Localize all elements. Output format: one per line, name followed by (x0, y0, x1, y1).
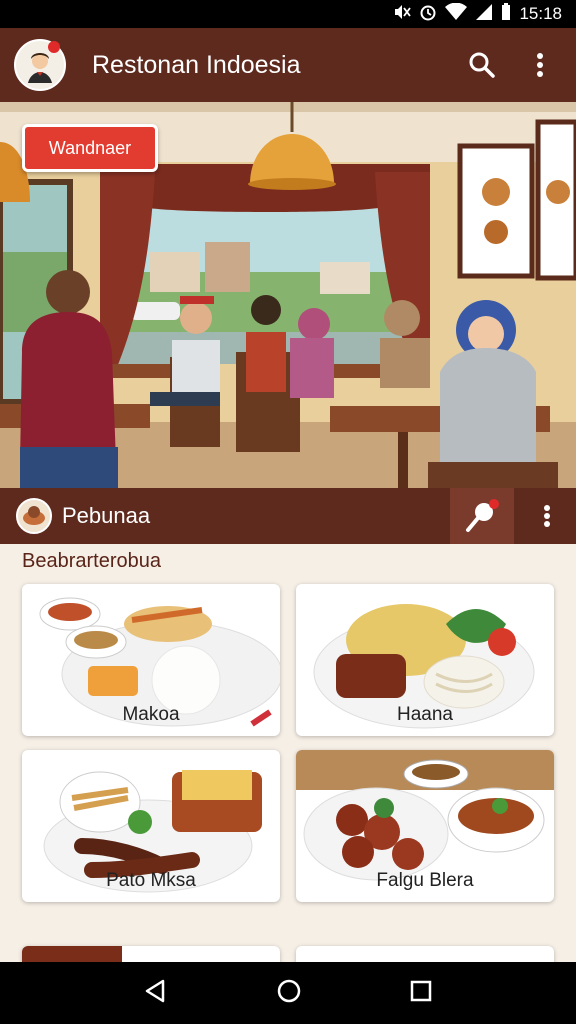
mute-icon (393, 3, 412, 26)
back-icon (146, 979, 165, 1002)
more-vert-icon (544, 505, 550, 527)
home-button[interactable] (276, 978, 302, 1009)
pin-button[interactable] (450, 488, 514, 544)
battery-icon (501, 2, 511, 26)
section-header: Pebunaa (0, 488, 576, 544)
badge-button[interactable]: Wandnaer (22, 124, 158, 172)
food-card[interactable] (296, 946, 554, 962)
home-icon (277, 979, 301, 1002)
alarm-icon (419, 3, 437, 26)
section-avatar[interactable] (16, 498, 52, 534)
section-more-button[interactable] (518, 488, 576, 544)
content-area: Beabrarterobua Makoa Haana Pato Mksa Fal… (0, 544, 576, 962)
food-card-label: Pato Mksa (106, 870, 196, 891)
food-card[interactable] (22, 946, 280, 962)
food-card-label: Makoa (122, 704, 180, 725)
pin-icon (466, 499, 499, 532)
food-card-label: Falgu Blera (376, 870, 474, 891)
hero-banner: Wandnaer (0, 102, 576, 490)
wifi-icon (445, 2, 468, 26)
status-time: 15:18 (519, 4, 562, 23)
app-title: Restonan Indoesia (92, 50, 301, 79)
food-avatar-icon (23, 506, 45, 525)
signal-icon (475, 3, 493, 26)
notification-dot (48, 41, 60, 53)
food-card-label: Haana (397, 704, 453, 725)
search-button[interactable] (460, 43, 504, 87)
food-image (22, 946, 122, 962)
more-vert-icon (537, 53, 543, 77)
section-title: Pebunaa (62, 503, 151, 528)
system-nav-bar (0, 962, 576, 1024)
overflow-menu-button[interactable] (518, 43, 562, 87)
avatar[interactable] (14, 39, 66, 91)
food-card[interactable]: Falgu Blera (296, 750, 554, 902)
food-card[interactable]: Makoa (22, 584, 280, 736)
app-bar: Restonan Indoesia (0, 28, 576, 102)
status-bar: 15:18 (0, 0, 576, 28)
food-card[interactable]: Haana (296, 584, 554, 736)
back-button[interactable] (143, 978, 169, 1009)
recents-icon (410, 980, 431, 1001)
recents-button[interactable] (409, 979, 433, 1008)
food-card[interactable]: Pato Mksa (22, 750, 280, 902)
content-subheading: Beabrarterobua (22, 550, 161, 572)
search-icon (469, 52, 495, 78)
